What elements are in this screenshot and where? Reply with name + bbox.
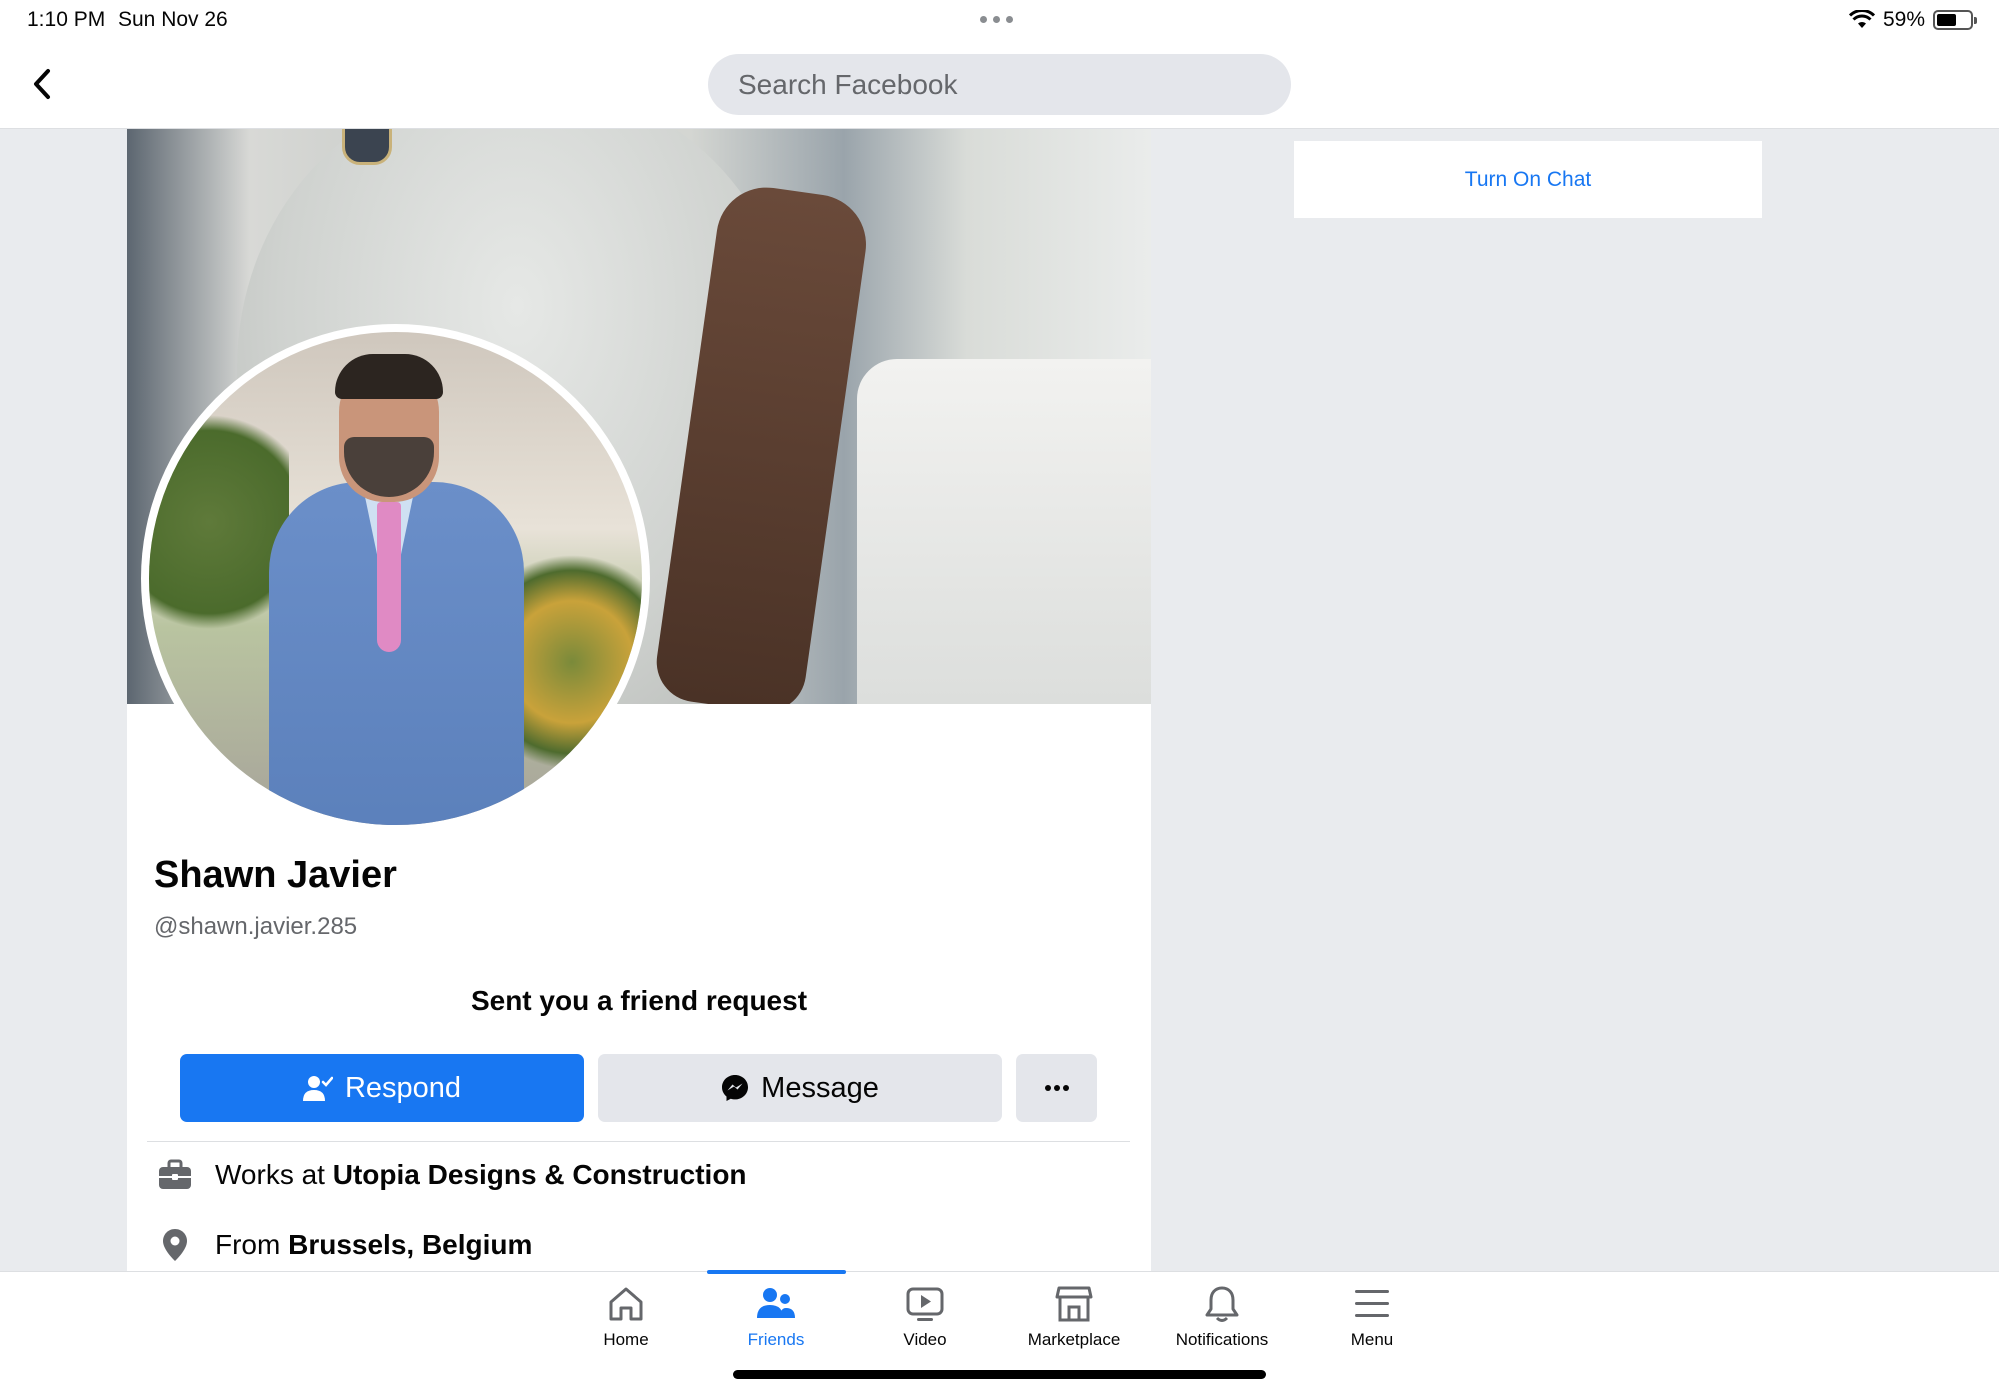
respond-button[interactable]: Respond (180, 1054, 584, 1122)
work-prefix: Works at (215, 1159, 325, 1190)
person-check-icon (302, 1076, 333, 1101)
tab-label: Home (603, 1330, 649, 1349)
home-indicator (733, 1370, 1266, 1379)
status-indicators: 59% (1848, 8, 1977, 32)
friends-icon (757, 1288, 795, 1318)
turn-on-chat-link[interactable]: Turn On Chat (1465, 168, 1591, 192)
hometown-info-row: From Brussels, Belgium (157, 1227, 532, 1263)
battery-percent: 59% (1882, 8, 1925, 31)
message-button[interactable]: Message (598, 1054, 1002, 1122)
multitasking-dots-icon[interactable] (980, 16, 1013, 23)
divider (147, 1141, 1130, 1142)
friend-request-text: Sent you a friend request (470, 985, 808, 1016)
status-date: Sun Nov 26 (118, 8, 228, 31)
from-prefix: From (215, 1229, 281, 1260)
tab-label: Menu (1350, 1330, 1394, 1349)
status-time: 1:10 PM (27, 8, 106, 31)
profile-card: Shawn Javier @shawn.javier.285 Sent you … (127, 129, 1151, 1271)
location-pin-icon (163, 1229, 187, 1261)
profile-picture[interactable] (141, 324, 650, 833)
bottom-tab-bar: Home Friends Video Marketplace Notificat… (0, 1270, 1999, 1389)
search-bar[interactable] (708, 54, 1291, 115)
briefcase-icon (159, 1159, 191, 1189)
battery-icon (1933, 10, 1977, 30)
messenger-icon (722, 1075, 749, 1101)
tab-label: Notifications (1175, 1330, 1269, 1349)
profile-handle: @shawn.javier.285 (154, 913, 358, 940)
marketplace-icon (1055, 1286, 1093, 1322)
wifi-icon (1848, 10, 1875, 28)
from-place[interactable]: Brussels, Belgium (288, 1229, 532, 1260)
tab-label: Marketplace (1027, 1330, 1121, 1349)
message-label: Message (761, 1071, 879, 1104)
menu-icon (1355, 1290, 1389, 1317)
profile-name: Shawn Javier (154, 854, 397, 896)
respond-label: Respond (344, 1071, 462, 1104)
back-button[interactable] (22, 62, 62, 106)
tab-label: Video (903, 1330, 947, 1349)
bell-icon (1205, 1286, 1239, 1322)
tab-notifications[interactable]: Notifications (1152, 1272, 1292, 1372)
tab-marketplace[interactable]: Marketplace (1004, 1272, 1144, 1372)
home-icon (609, 1287, 643, 1321)
search-input[interactable] (738, 68, 1258, 101)
top-nav (0, 40, 1999, 129)
tab-friends[interactable]: Friends (706, 1272, 846, 1372)
more-options-button[interactable] (1016, 1054, 1097, 1122)
chat-card: Turn On Chat (1294, 141, 1762, 218)
tab-menu[interactable]: Menu (1302, 1272, 1442, 1372)
status-bar: 1:10 PM Sun Nov 26 59% (0, 0, 1999, 40)
tab-home[interactable]: Home (556, 1272, 696, 1372)
video-icon (906, 1287, 944, 1321)
work-place[interactable]: Utopia Designs & Construction (333, 1159, 747, 1190)
more-dots-icon (1044, 1085, 1069, 1091)
tab-label: Friends (747, 1330, 805, 1349)
chevron-left-icon (34, 69, 50, 99)
tab-video[interactable]: Video (855, 1272, 995, 1372)
work-info-row: Works at Utopia Designs & Construction (157, 1159, 747, 1191)
